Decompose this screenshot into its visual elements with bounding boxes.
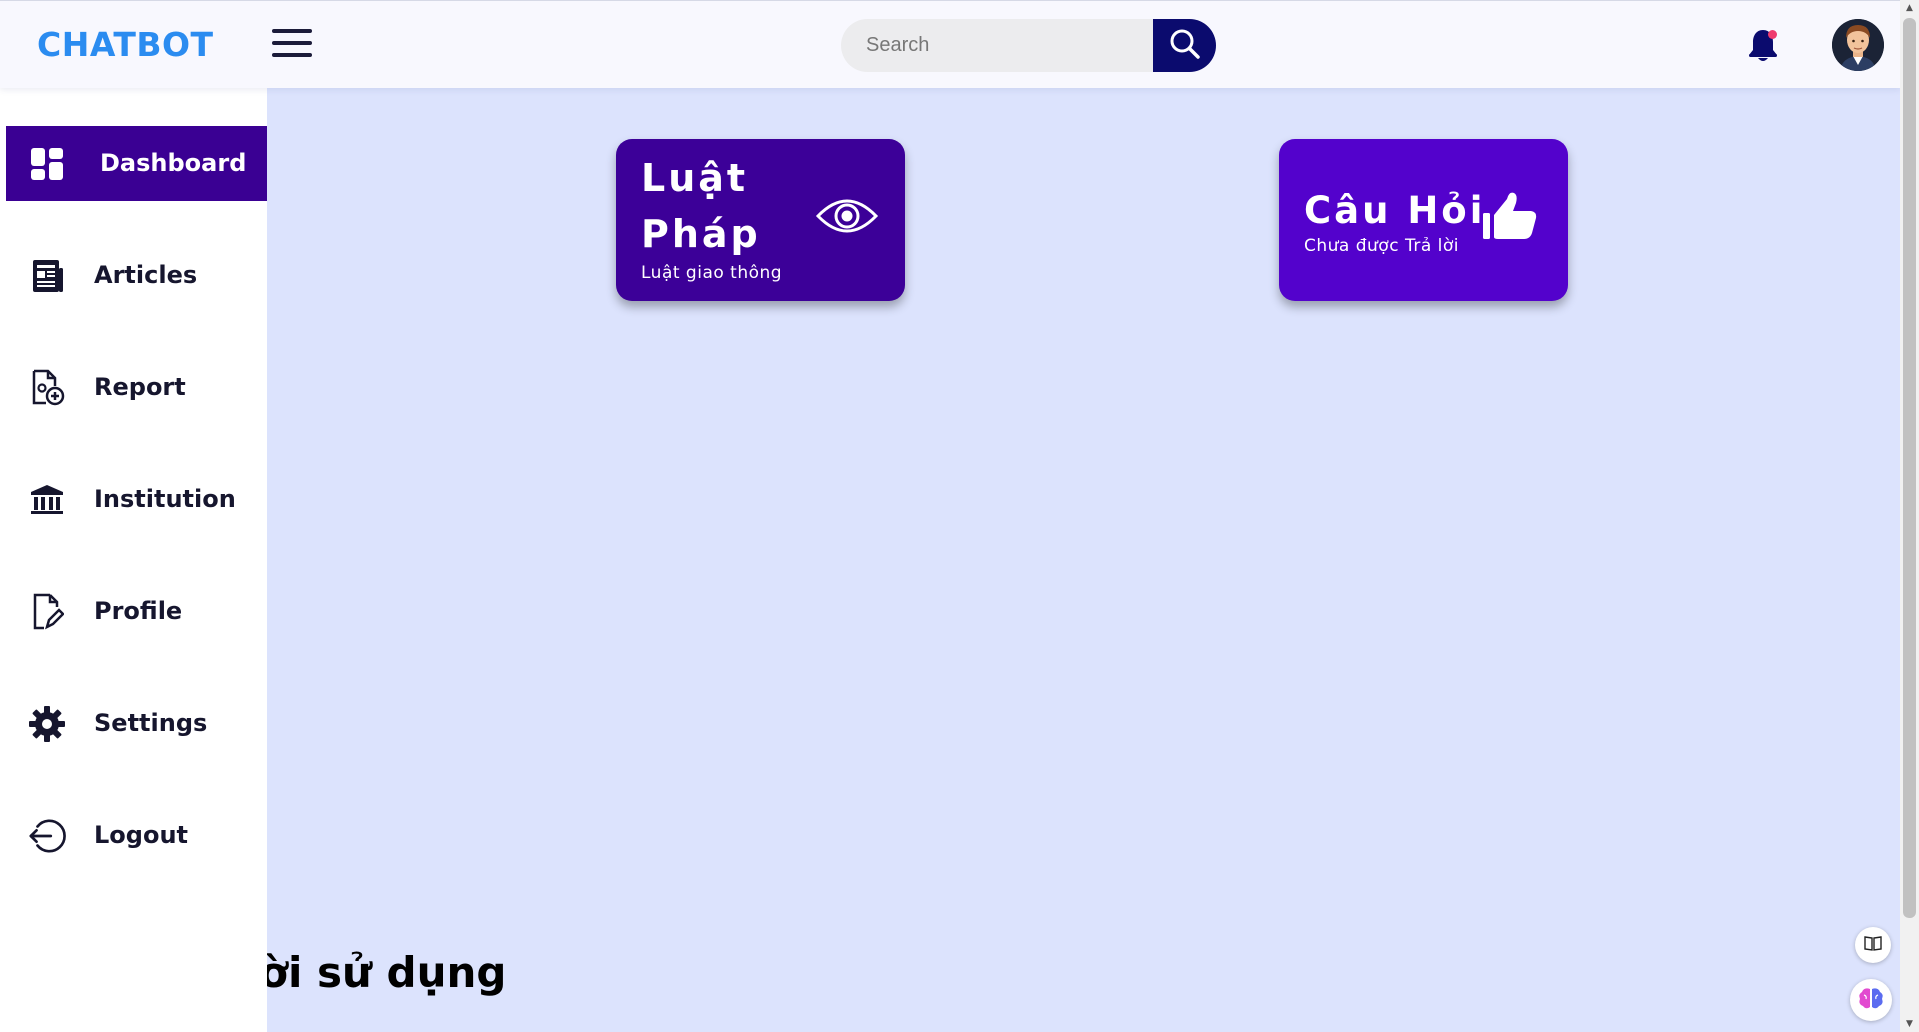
newspaper-icon xyxy=(28,257,66,295)
card-cau-hoi[interactable]: Câu Hỏi Chưa được Trả lời xyxy=(1279,139,1568,301)
search-input[interactable] xyxy=(841,19,1161,72)
sidebar-item-label: Institution xyxy=(94,485,236,513)
sidebar-item-logout[interactable]: Logout xyxy=(6,798,267,873)
report-add-icon xyxy=(28,369,66,407)
notification-dot xyxy=(1768,30,1777,39)
eye-icon xyxy=(815,194,879,242)
sidebar-item-label: Report xyxy=(94,373,186,401)
search-bar xyxy=(841,19,1216,72)
scroll-down-arrow[interactable]: ▼ xyxy=(1900,1016,1919,1032)
sidebar-item-label: Settings xyxy=(94,709,208,737)
search-button[interactable] xyxy=(1153,19,1216,72)
vertical-scrollbar[interactable]: ▲ ▼ xyxy=(1900,0,1919,1032)
card-luat-phap[interactable]: Luật Pháp Luật giao thông xyxy=(616,139,905,301)
scroll-up-arrow[interactable]: ▲ xyxy=(1900,0,1919,16)
hamburger-line xyxy=(272,29,312,33)
card-subtitle: Luật giao thông xyxy=(641,263,783,283)
sidebar: Dashboard Articles Report Institution Pr… xyxy=(0,88,267,1032)
sidebar-item-report[interactable]: Report xyxy=(6,350,267,425)
thumbs-up-icon xyxy=(1481,189,1539,247)
menu-toggle-button[interactable] xyxy=(272,29,312,61)
scroll-thumb[interactable] xyxy=(1903,18,1916,918)
dashboard-grid-icon xyxy=(28,145,66,183)
sidebar-item-profile[interactable]: Profile xyxy=(6,574,267,649)
notification-button[interactable] xyxy=(1745,27,1781,65)
card-title: Câu Hỏi xyxy=(1304,189,1486,232)
search-icon xyxy=(1169,28,1201,64)
sidebar-item-articles[interactable]: Articles xyxy=(6,238,267,313)
sidebar-item-label: Profile xyxy=(94,597,183,625)
gear-icon xyxy=(28,705,66,743)
sidebar-item-institution[interactable]: Institution xyxy=(6,462,267,537)
sidebar-item-dashboard[interactable]: Dashboard xyxy=(6,126,267,201)
card-title: Luật Pháp xyxy=(641,156,761,256)
app-logo[interactable]: CHATBOT xyxy=(37,25,214,64)
logout-icon xyxy=(28,817,66,855)
hamburger-line xyxy=(272,53,312,57)
bell-icon xyxy=(1745,30,1781,69)
bank-building-icon xyxy=(28,481,66,519)
sidebar-item-label: Dashboard xyxy=(100,149,247,177)
assistant-button[interactable] xyxy=(1850,979,1892,1021)
hamburger-line xyxy=(272,41,312,45)
user-avatar[interactable] xyxy=(1832,19,1884,71)
reader-button[interactable] xyxy=(1855,927,1891,963)
brain-icon xyxy=(1858,986,1884,1014)
sidebar-item-label: Logout xyxy=(94,821,189,849)
sidebar-item-settings[interactable]: Settings xyxy=(6,686,267,761)
edit-document-icon xyxy=(28,593,66,631)
book-icon xyxy=(1864,935,1882,955)
sidebar-item-label: Articles xyxy=(94,261,198,289)
top-navbar: CHATBOT xyxy=(0,0,1900,88)
card-subtitle: Chưa được Trả lời xyxy=(1304,236,1460,256)
